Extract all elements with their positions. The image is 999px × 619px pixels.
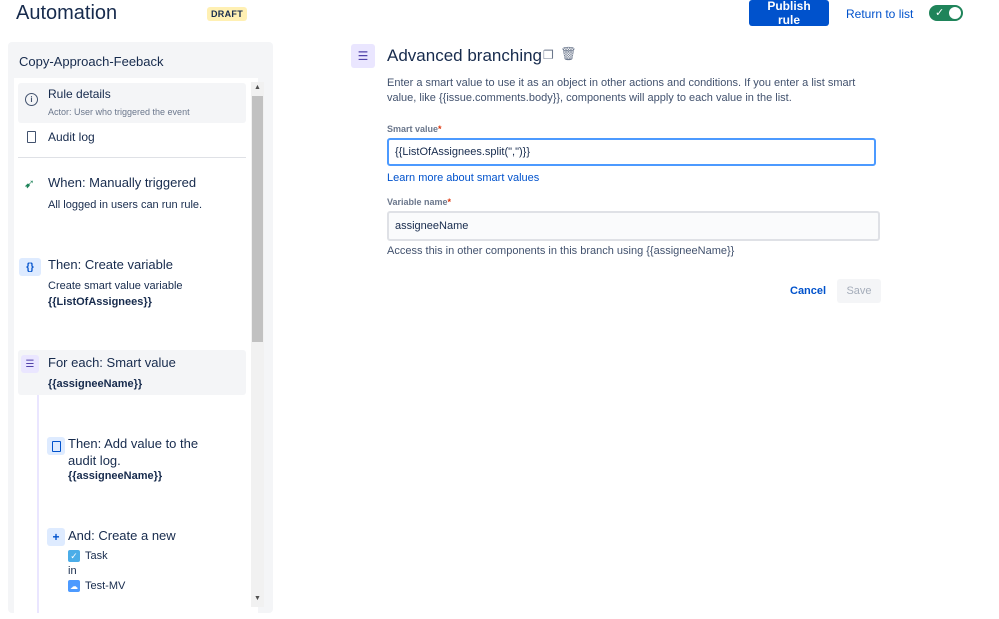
copy-icon[interactable]: ❐ — [543, 48, 554, 62]
sidebar-item-subtitle: Create smart value variable — [48, 280, 183, 292]
cloud-icon: ☁ — [68, 580, 80, 592]
required-mark: * — [447, 197, 452, 207]
branch-line — [37, 395, 39, 613]
sidebar-item-label-line2: audit log. — [68, 453, 121, 468]
scroll-up-icon[interactable]: ▲ — [254, 84, 261, 91]
sidebar-item-rule-details[interactable]: i Rule details Actor: User who triggered… — [18, 83, 246, 123]
rule-name: Copy-Approach-Feeback — [19, 54, 164, 69]
rule-enabled-toggle[interactable]: ✓ — [929, 5, 963, 21]
branch-value: {{assigneeName}} — [48, 378, 143, 390]
task-icon: ✓ — [68, 550, 80, 562]
info-icon: i — [25, 93, 38, 106]
list-icon: ☰ — [351, 44, 375, 68]
sidebar-item-subtitle: All logged in users can run rule. — [48, 199, 203, 211]
sidebar-item-add-audit-log[interactable]: Then: Add value to the audit log. {{assi… — [44, 433, 244, 489]
publish-rule-button[interactable]: Publish rule — [749, 0, 829, 27]
scroll-down-icon[interactable]: ▼ — [254, 595, 261, 602]
sidebar-item-subtitle: Actor: User who triggered the event — [48, 107, 190, 117]
audit-value: {{assigneeName}} — [68, 470, 163, 482]
rule-component-list: i Rule details Actor: User who triggered… — [14, 78, 258, 613]
learn-more-link[interactable]: Learn more about smart values — [387, 172, 539, 184]
panel-description: Enter a smart value to use it as an obje… — [387, 77, 856, 104]
cursor-icon: ➹ — [24, 176, 35, 191]
sidebar-item-label: Rule details — [48, 87, 111, 101]
sidebar-item-label: When: Manually triggered — [48, 175, 197, 190]
rule-sidebar: Copy-Approach-Feeback i Rule details Act… — [8, 42, 273, 613]
page-title: Automation — [16, 2, 118, 24]
list-icon: ☰ — [21, 355, 39, 373]
document-icon — [27, 131, 36, 143]
variable-name-label: Variable name* — [387, 197, 452, 207]
sidebar-item-for-each[interactable]: ☰ For each: Smart value {{assigneeName}} — [18, 350, 246, 395]
scrollbar-thumb[interactable] — [252, 96, 263, 342]
toggle-knob — [949, 7, 961, 19]
sidebar-item-create-variable[interactable]: {} Then: Create variable Create smart va… — [18, 252, 246, 314]
sidebar-item-audit-log[interactable]: Audit log — [18, 126, 246, 150]
sidebar-item-create-issue[interactable]: + And: Create a new ✓ Task in ☁ Test-MV — [44, 526, 244, 612]
sidebar-item-label: For each: Smart value — [48, 355, 176, 370]
sidebar-item-label: Audit log — [48, 130, 95, 144]
return-to-list-link[interactable]: Return to list — [846, 7, 913, 21]
save-button[interactable]: Save — [837, 279, 881, 303]
variable-value: {{ListOfAssignees}} — [48, 296, 152, 308]
sidebar-item-label: And: Create a new — [68, 528, 176, 543]
access-note: Access this in other components in this … — [387, 245, 735, 257]
project-name: Test-MV — [85, 580, 126, 592]
braces-icon: {} — [19, 258, 41, 276]
required-mark: * — [438, 124, 442, 134]
in-label: in — [68, 565, 77, 577]
document-icon — [47, 437, 65, 455]
divider — [18, 157, 246, 158]
issue-type: Task — [85, 550, 108, 562]
smart-value-label: Smart value* — [387, 124, 442, 134]
panel-title: Advanced branching — [387, 46, 543, 65]
sidebar-item-trigger[interactable]: ➹ When: Manually triggered All logged in… — [18, 170, 246, 216]
check-icon: ✓ — [935, 7, 945, 19]
variable-name-input[interactable] — [387, 211, 880, 241]
plus-icon: + — [47, 528, 65, 546]
sidebar-scrollbar[interactable]: ▲ ▼ — [251, 82, 264, 607]
cancel-button[interactable]: Cancel — [784, 279, 830, 303]
smart-value-input[interactable] — [387, 138, 876, 166]
sidebar-item-label: Then: Add value to the — [68, 436, 199, 451]
sidebar-item-label: Then: Create variable — [48, 257, 174, 272]
status-badge: DRAFT — [207, 7, 247, 21]
trash-icon[interactable]: 🗑 — [560, 46, 577, 62]
